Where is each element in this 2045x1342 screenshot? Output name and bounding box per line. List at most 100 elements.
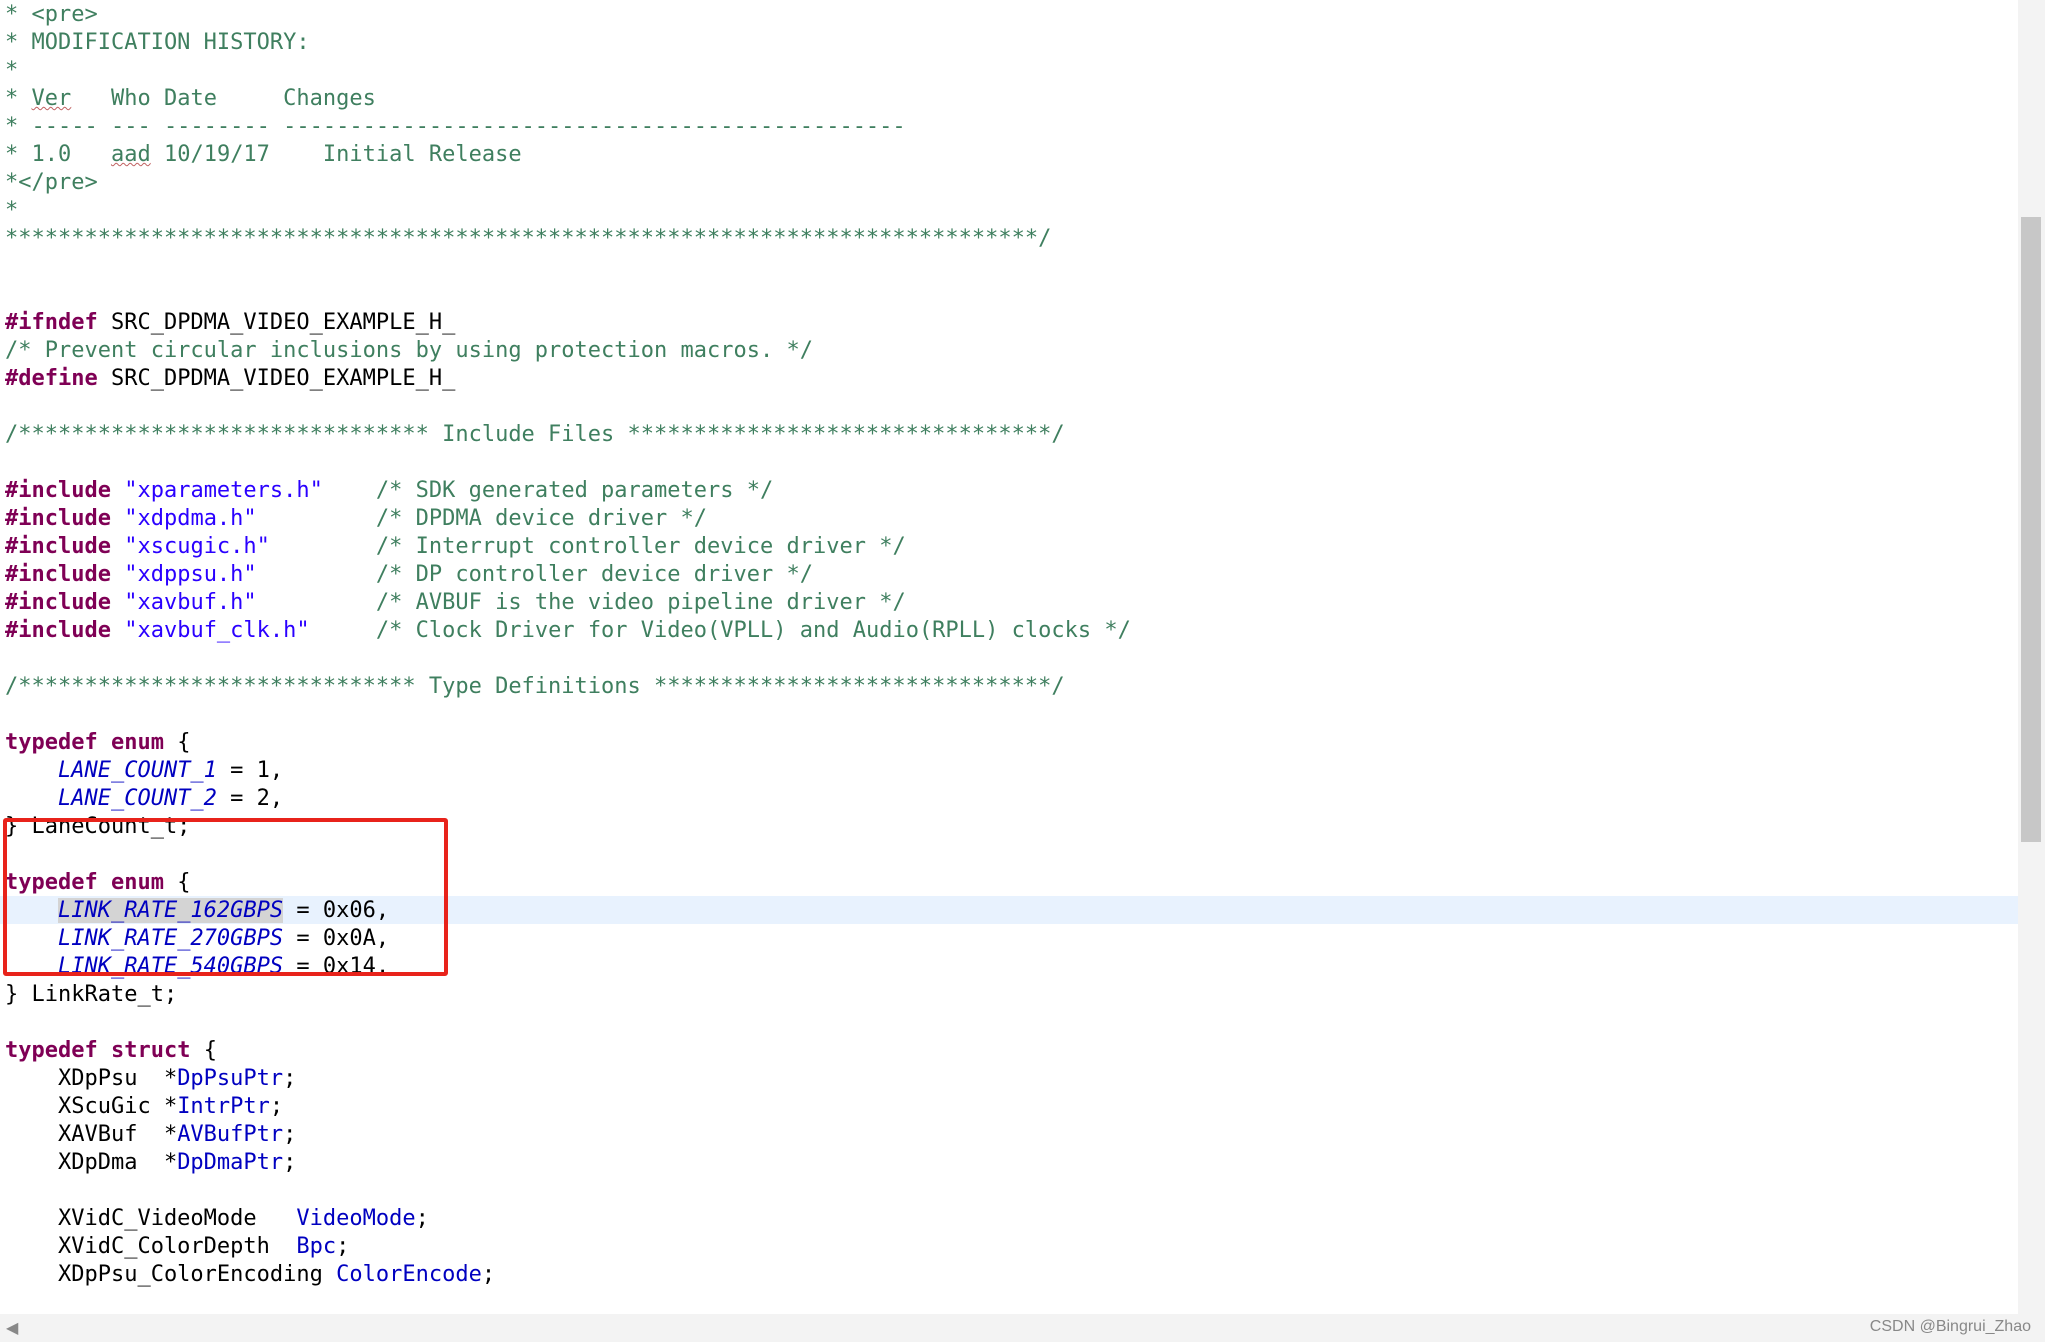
code-token: XScuGic * [5, 1094, 178, 1119]
code-token: * [5, 58, 19, 83]
code-token: Bpc [296, 1234, 337, 1259]
code-line: * Ver Who Date Changes [5, 85, 376, 113]
code-line: * [5, 197, 18, 225]
code-token: "xdpdma.h" [124, 506, 257, 531]
horizontal-scrollbar[interactable]: ◀ [0, 1314, 2045, 1342]
watermark: CSDN @Bingrui_Zhao [1869, 1318, 2031, 1335]
code-token: AVBufPtr [177, 1122, 284, 1147]
code-line: * MODIFICATION HISTORY: [5, 29, 310, 57]
code-token: SRC_DPDMA_VIDEO_EXAMPLE_H_ [97, 366, 456, 391]
code-line: XDpDma *DpDmaPtr; [5, 1149, 296, 1177]
code-token: VideoMode [296, 1206, 416, 1231]
code-token: SRC_DPDMA_VIDEO_EXAMPLE_H_ [97, 310, 456, 335]
code-line: XAVBuf *AVBufPtr; [5, 1121, 296, 1149]
code-line: #include "xparameters.h" /* SDK generate… [5, 477, 773, 505]
code-token: aad [110, 142, 151, 167]
code-token: /* SDK generated parameters */ [375, 478, 774, 503]
code-line: typedef enum { [5, 729, 190, 757]
code-token: /******************************* Include… [5, 422, 1065, 447]
code-token: DpPsuPtr [177, 1066, 284, 1091]
code-token: "xdppsu.h" [124, 562, 257, 587]
code-token: IntrPtr [177, 1094, 270, 1119]
code-token: /* DP controller device driver */ [375, 562, 813, 587]
code-token: * [5, 86, 32, 111]
code-token: /* Interrupt controller device driver */ [375, 534, 906, 559]
code-token: /* Prevent circular inclusions by using … [5, 338, 813, 363]
code-token: ; [269, 1094, 284, 1119]
code-token: XVidC_VideoMode [5, 1206, 297, 1231]
code-line: * ----- --- -------- -------------------… [5, 113, 906, 141]
code-line: #include "xdppsu.h" /* DP controller dev… [5, 561, 813, 589]
code-line: XVidC_ColorDepth Bpc; [5, 1233, 349, 1261]
code-token: XDpPsu_ColorEncoding [5, 1262, 337, 1287]
code-line: ****************************************… [5, 225, 1051, 253]
code-line: *</pre> [5, 169, 98, 197]
code-token: /* Clock Driver for Video(VPLL) and Audi… [375, 618, 1131, 643]
code-line: * <pre> [5, 1, 98, 29]
code-token: } LinkRate_t; [5, 982, 178, 1007]
code-token: /****************************** Type Def… [5, 674, 1065, 699]
code-token: = 1, [216, 758, 284, 783]
code-token: "xavbuf.h" [124, 590, 257, 615]
code-line: /****************************** Type Def… [5, 673, 1065, 701]
code-line: } LinkRate_t; [5, 981, 177, 1009]
code-token: LANE_COUNT_1 [57, 758, 217, 783]
code-token: enum [110, 730, 164, 755]
code-line: XDpPsu_ColorEncoding ColorEncode; [5, 1261, 495, 1289]
code-token: Who Date Changes [71, 86, 376, 111]
code-token: ; [336, 1234, 350, 1259]
code-token: #include [5, 562, 111, 587]
code-token: /* DPDMA device driver */ [375, 506, 708, 531]
code-line: #ifndef SRC_DPDMA_VIDEO_EXAMPLE_H_ [5, 309, 455, 337]
code-editor[interactable]: * <pre> * MODIFICATION HISTORY: * * Ver Who… [0, 0, 2018, 1314]
code-line: #define SRC_DPDMA_VIDEO_EXAMPLE_H_ [5, 365, 455, 393]
code-token: * <pre> [5, 2, 98, 27]
code-token: "xparameters.h" [124, 478, 323, 503]
code-token: ColorEncode [336, 1262, 482, 1287]
code-token: * ----- --- -------- -------------------… [5, 114, 906, 139]
code-token: ; [283, 1122, 297, 1147]
code-token: * MODIFICATION HISTORY: [5, 30, 310, 55]
code-token: XDpPsu * [5, 1066, 178, 1091]
code-token: XAVBuf * [5, 1122, 178, 1147]
code-token: XDpDma * [5, 1150, 178, 1175]
code-token: *</pre> [5, 170, 98, 195]
code-token: #include [5, 590, 111, 615]
code-token: typedef [5, 1038, 98, 1063]
code-line: /* Prevent circular inclusions by using … [5, 337, 813, 365]
code-token: #include [5, 478, 111, 503]
code-token: * 1.0 [5, 142, 111, 167]
code-token: #include [5, 534, 111, 559]
code-token: ****************************************… [5, 226, 1052, 251]
vertical-scrollbar[interactable] [2018, 0, 2045, 1314]
code-line: * [5, 57, 18, 85]
scroll-left-arrow-icon[interactable]: ◀ [6, 1320, 18, 1336]
code-line: /******************************* Include… [5, 421, 1065, 449]
code-token: ; [415, 1206, 429, 1231]
code-token: 10/19/17 Initial Release [150, 142, 522, 167]
code-token: "xscugic.h" [124, 534, 270, 559]
code-line: #include "xavbuf_clk.h" /* Clock Driver … [5, 617, 1131, 645]
vertical-scroll-thumb[interactable] [2021, 217, 2041, 842]
code-token: * [5, 198, 19, 223]
code-token: { [190, 1038, 217, 1063]
code-line: #include "xavbuf.h" /* AVBUF is the vide… [5, 589, 906, 617]
code-token: ; [481, 1262, 496, 1287]
code-token: #ifndef [5, 310, 98, 335]
code-line: #include "xscugic.h" /* Interrupt contro… [5, 533, 906, 561]
code-token: { [163, 730, 191, 755]
code-token: "xavbuf_clk.h" [124, 618, 310, 643]
